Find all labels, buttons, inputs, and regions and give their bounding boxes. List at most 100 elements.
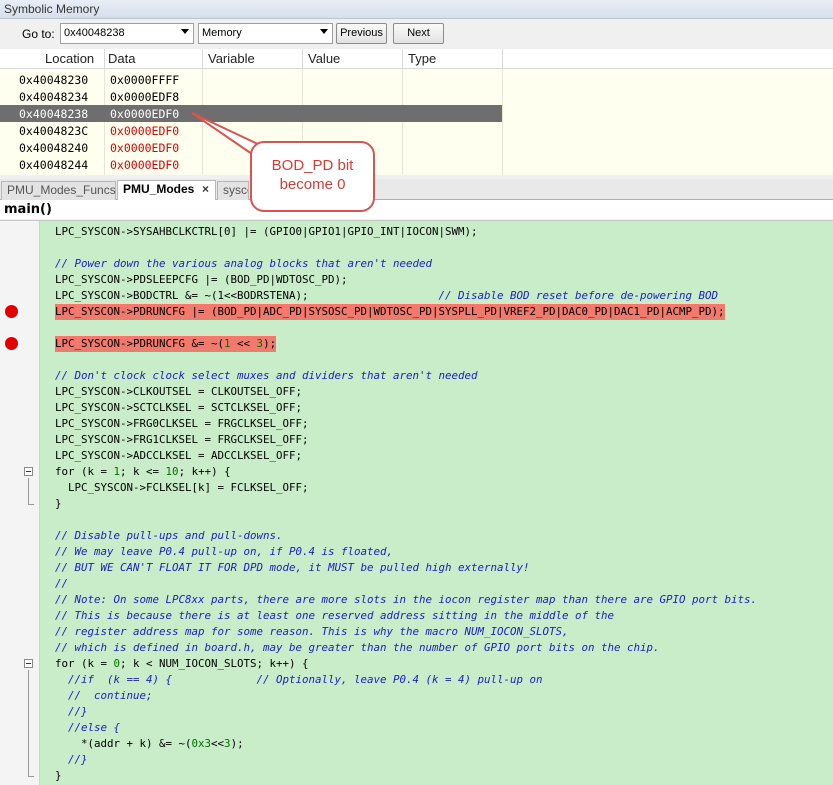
column-header-type[interactable]: Type [408,51,436,66]
chevron-down-icon[interactable] [320,29,328,34]
row-address: 0x4004823C [19,124,89,138]
memory-grid: Location Data Variable Value Type 0x4004… [0,49,833,175]
row-address: 0x40048240 [19,141,89,155]
code-line-breakpoint[interactable]: LPC_SYSCON->PDRUNCFG |= (BOD_PD|ADC_PD|S… [55,304,725,320]
row-address: 0x40048234 [19,90,89,104]
tab-sysco[interactable]: sysco [217,181,249,200]
table-row[interactable]: 0x40048230 0x0000FFFF [0,71,502,88]
table-row[interactable]: 0x40048234 0x0000EDF8 [0,88,502,105]
code-line[interactable]: // This is because there is at least one… [55,608,614,624]
code-text: for (k = [55,657,114,670]
code-line[interactable]: LPC_SYSCON->FCLKSEL[k] = FCLKSEL_OFF; [55,480,309,496]
memory-type-value: Memory [202,27,242,39]
goto-address-value: 0x40048238 [64,27,125,39]
breakpoint-icon[interactable] [5,337,18,350]
code-line[interactable]: // Disable pull-ups and pull-downs. [55,528,283,544]
code-line[interactable]: // Power down the various analog blocks … [55,256,432,272]
code-line[interactable]: LPC_SYSCON->FRG0CLKSEL = FRGCLKSEL_OFF; [55,416,309,432]
editor-tabs: PMU_Modes_Funcs PMU_Modes × sysco [0,179,833,200]
goto-address-combo[interactable]: 0x40048238 [60,23,194,44]
code-line[interactable]: } [55,496,62,512]
tab-label: sysco [223,183,248,197]
breakpoint-icon[interactable] [5,305,18,318]
column-divider[interactable] [302,49,303,69]
memory-type-select[interactable]: Memory [198,23,333,44]
code-line[interactable]: // register address map for some reason.… [55,624,569,640]
row-data: 0x0000EDF8 [110,90,180,104]
code-line[interactable]: LPC_SYSCON->CLKOUTSEL = CLKOUTSEL_OFF; [55,384,302,400]
close-icon[interactable]: × [202,181,209,198]
code-text: ; k++) { [178,465,231,478]
code-text: ); [263,337,277,350]
column-header-location[interactable]: Location [45,51,94,66]
code-comment: // We may leave P0.4 pull-up on, if P0.4… [55,545,394,558]
previous-button[interactable]: Previous [336,23,387,44]
code-line[interactable]: for (k = 0; k < NUM_IOCON_SLOTS; k++) { [55,656,309,672]
code-line[interactable]: for (k = 1; k <= 10; k++) { [55,464,231,480]
code-line[interactable]: // which is defined in board.h, may be g… [55,640,660,656]
function-name[interactable]: main() [4,202,52,217]
code-text: << [211,737,225,750]
code-line[interactable]: LPC_SYSCON->BODCTRL &= ~(1<<BODRSTENA); … [55,288,718,304]
column-divider[interactable] [104,49,105,69]
code-editor[interactable]: LPC_SYSCON->SYSAHBCLKCTRL[0] |= (GPIO0|G… [0,220,833,785]
row-data: 0x0000EDF0 [110,107,180,121]
fold-toggle-icon[interactable] [24,467,33,476]
code-comment: // continue; [55,689,153,702]
fold-toggle-icon[interactable] [24,659,33,668]
code-line[interactable]: LPC_SYSCON->SCTCLKSEL = SCTCLKSEL_OFF; [55,400,302,416]
code-line[interactable]: } [55,768,62,784]
code-line[interactable]: //} [55,704,88,720]
row-data: 0x0000FFFF [110,73,180,87]
code-text: ; k <= [120,465,166,478]
code-text: *(addr + k) &= ~( [55,737,192,750]
next-button[interactable]: Next [393,23,444,44]
tab-pmu-modes[interactable]: PMU_Modes × [117,180,216,200]
code-line[interactable]: // We may leave P0.4 pull-up on, if P0.4… [55,544,393,560]
code-line[interactable]: *(addr + k) &= ~(0x3<<3); [55,736,244,752]
code-line[interactable]: LPC_SYSCON->SYSAHBCLKCTRL[0] |= (GPIO0|G… [55,224,478,240]
code-line[interactable]: LPC_SYSCON->ADCCLKSEL = ADCCLKSEL_OFF; [55,448,302,464]
code-comment: // This is because there is at least one… [55,609,615,622]
code-line[interactable]: // Don't clock clock select muxes and di… [55,368,478,384]
row-address: 0x40048238 [19,107,89,121]
code-comment: // register address map for some reason.… [55,625,569,638]
grid-header: Location Data Variable Value Type [0,49,833,69]
callout-line-1: BOD_PD bit [271,157,354,174]
code-line[interactable]: // [55,576,68,592]
column-header-variable[interactable]: Variable [208,51,255,66]
code-comment: // Disable pull-ups and pull-downs. [55,529,283,542]
code-line[interactable]: //if (k == 4) { // Optionally, leave P0.… [55,672,543,688]
table-row[interactable]: 0x4004823C 0x0000EDF0 [0,122,502,139]
column-divider[interactable] [202,49,203,69]
table-row-selected[interactable]: 0x40048238 0x0000EDF0 [0,105,502,122]
code-number: 10 [165,465,179,478]
column-divider[interactable] [402,49,403,69]
code-line-breakpoint[interactable]: LPC_SYSCON->PDRUNCFG &= ~(1 << 3); [55,336,277,352]
code-line[interactable]: //} [55,752,88,768]
chevron-down-icon[interactable] [181,29,189,34]
code-number: 0x3 [191,737,212,750]
row-data-changed: 0x0000EDF0 [110,124,180,138]
function-bar: main() [0,200,833,219]
column-divider[interactable] [502,49,503,69]
code-comment: // which is defined in board.h, may be g… [55,641,660,654]
code-text: << [230,337,257,350]
tab-pmu-modes-funcs[interactable]: PMU_Modes_Funcs [1,181,116,200]
code-line[interactable]: // Note: On some LPC8xx parts, there are… [55,592,757,608]
code-comment: //} [55,753,88,766]
code-line[interactable]: LPC_SYSCON->PDSLEEPCFG |= (BOD_PD|WDTOSC… [55,272,348,288]
goto-label: Go to: [22,27,55,41]
code-line[interactable]: // BUT WE CAN'T FLOAT IT FOR DPD mode, i… [55,560,530,576]
toolbar: Go to: 0x40048238 Memory Previous Next [0,19,833,49]
column-header-data[interactable]: Data [108,51,135,66]
code-text: LPC_SYSCON->PDRUNCFG &= ~( [55,337,225,350]
code-line[interactable]: LPC_SYSCON->FRG1CLKSEL = FRGCLKSEL_OFF; [55,432,309,448]
code-line[interactable]: // continue; [55,688,153,704]
tab-label: PMU_Modes_Funcs [7,183,116,197]
editor-gutter[interactable] [0,221,40,785]
column-header-value[interactable]: Value [308,51,340,66]
panel-title: Symbolic Memory [0,0,833,19]
code-comment: // Disable BOD reset before de-powering … [438,289,719,302]
code-line[interactable]: //else { [55,720,120,736]
